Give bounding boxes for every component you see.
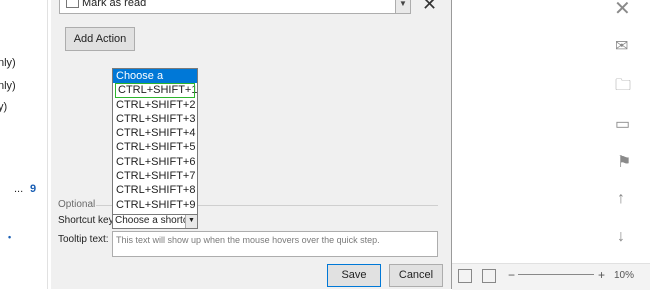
folder-ellipsis: ... xyxy=(14,183,24,195)
divider xyxy=(47,0,48,289)
dropdown-option[interactable]: CTRL+SHIFT+4 xyxy=(113,126,197,140)
cancel-label: Cancel xyxy=(398,269,434,281)
mark-icon[interactable]: ▭ xyxy=(615,114,630,134)
tooltip-placeholder: This text will show up when the mouse ho… xyxy=(116,235,380,245)
reading-pane: ✕ ✉ 🗀 ▭ ⚑ ↑ ↓ − + 10% xyxy=(452,0,650,290)
dropdown-option[interactable]: CTRL+SHIFT+6 xyxy=(113,155,197,169)
zoom-slider[interactable] xyxy=(518,274,594,275)
folder-list-edge: nly) nly) y) ... 9 • xyxy=(0,0,50,289)
dropdown-header[interactable]: Choose a shortcut xyxy=(113,69,197,96)
reading-view-icon[interactable] xyxy=(482,269,496,283)
add-action-label: Add Action xyxy=(73,33,127,45)
down-arrow-icon[interactable]: ↓ xyxy=(617,228,625,246)
dropdown-option[interactable]: CTRL+SHIFT+5 xyxy=(113,140,197,154)
action-combo[interactable]: Mark as read ▼ xyxy=(59,0,411,14)
zoom-in-button[interactable]: + xyxy=(598,268,605,282)
remove-action-icon[interactable]: ✕ xyxy=(422,0,437,15)
cancel-button[interactable]: Cancel xyxy=(389,264,443,287)
zoom-out-button[interactable]: − xyxy=(508,268,515,282)
unread-count: 9 xyxy=(30,183,37,195)
dropdown-option[interactable]: CTRL+SHIFT+2 xyxy=(113,98,197,112)
envelope-icon xyxy=(66,0,79,8)
dropdown-option[interactable]: CTRL+SHIFT+1 xyxy=(115,83,197,98)
bullet: • xyxy=(8,232,12,242)
optional-label: Optional xyxy=(58,199,96,210)
normal-view-icon[interactable] xyxy=(458,269,472,283)
shortcut-key-select[interactable]: Choose a shortcut ▼ xyxy=(112,213,198,229)
dropdown-option[interactable]: CTRL+SHIFT+9 xyxy=(113,198,197,212)
move-icon[interactable]: 🗀 xyxy=(615,74,631,101)
save-label: Save xyxy=(341,269,367,281)
shortcut-key-label: Shortcut key: xyxy=(58,215,117,226)
chevron-down-icon[interactable]: ▼ xyxy=(185,214,197,228)
folder-text-1: nly) xyxy=(0,57,16,69)
tooltip-input[interactable]: This text will show up when the mouse ho… xyxy=(112,231,438,257)
dropdown-option[interactable]: CTRL+SHIFT+3 xyxy=(113,112,197,126)
folder-text-2: nly) xyxy=(0,80,16,92)
dropdown-option[interactable]: CTRL+SHIFT+8 xyxy=(113,183,197,197)
tooltip-label: Tooltip text: xyxy=(58,234,109,245)
shortcut-dropdown-list[interactable]: Choose a shortcut CTRL+SHIFT+1 CTRL+SHIF… xyxy=(112,68,198,215)
close-icon[interactable]: ✕ xyxy=(614,0,631,21)
folder-text-3: y) xyxy=(0,101,8,113)
save-button[interactable]: Save xyxy=(327,264,381,287)
status-bar: − + 10% xyxy=(452,263,650,290)
flag-icon[interactable]: ⚑ xyxy=(617,152,631,172)
reply-icon[interactable]: ✉ xyxy=(615,36,628,56)
add-action-button[interactable]: Add Action xyxy=(65,27,135,51)
zoom-level[interactable]: 10% xyxy=(614,270,634,281)
up-arrow-icon[interactable]: ↑ xyxy=(617,190,625,208)
dropdown-option[interactable]: CTRL+SHIFT+7 xyxy=(113,169,197,183)
chevron-down-icon[interactable]: ▼ xyxy=(395,0,410,13)
action-combo-value: Mark as read xyxy=(82,0,147,9)
shortcut-key-value: Choose a shortcut xyxy=(115,215,197,226)
